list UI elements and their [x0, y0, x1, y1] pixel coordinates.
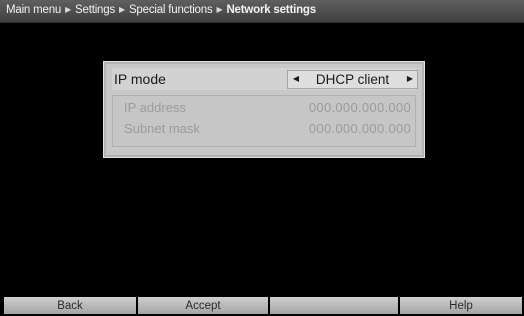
subnet-mask-field: 000.000.000.000 [308, 121, 411, 136]
network-settings-dialog: IP mode ◀ DHCP client ▶ IP address 000.0… [103, 61, 425, 158]
breadcrumb-item-main-menu[interactable]: Main menu [6, 4, 61, 16]
ip-mode-label: IP mode [114, 71, 166, 87]
triangle-right-icon: ▶ [216, 4, 223, 14]
breadcrumb-current-network-settings: Network settings [226, 4, 316, 16]
ip-mode-row[interactable]: IP mode ◀ DHCP client ▶ [112, 68, 418, 90]
subnet-mask-row: Subnet mask 000.000.000.000 [113, 120, 415, 138]
breadcrumb: Main menu ▶ Settings ▶ Special functions… [6, 4, 316, 16]
arrow-left-icon[interactable]: ◀ [290, 74, 302, 83]
title-bar: Main menu ▶ Settings ▶ Special functions… [0, 0, 524, 23]
softkey-bar: Back Accept Help [0, 297, 524, 314]
ip-address-field: 000.000.000.000 [308, 100, 411, 115]
triangle-right-icon: ▶ [119, 4, 125, 14]
accept-button[interactable]: Accept [138, 297, 268, 314]
ip-address-label: IP address [124, 100, 186, 115]
ip-mode-value: DHCP client [315, 72, 390, 87]
tv-screen: Main menu ▶ Settings ▶ Special functions… [0, 0, 524, 314]
breadcrumb-item-settings[interactable]: Settings [75, 4, 115, 16]
ip-mode-selector[interactable]: ◀ DHCP client ▶ [287, 70, 418, 89]
breadcrumb-item-special-functions[interactable]: Special functions [129, 4, 213, 16]
empty-softkey [270, 297, 398, 314]
triangle-right-icon: ▶ [65, 4, 72, 14]
ip-fields-group: IP address 000.000.000.000 Subnet mask 0… [112, 95, 416, 147]
back-button[interactable]: Back [4, 297, 136, 314]
subnet-mask-label: Subnet mask [124, 121, 200, 136]
help-button[interactable]: Help [400, 297, 522, 314]
arrow-right-icon[interactable]: ▶ [404, 74, 416, 83]
ip-address-row: IP address 000.000.000.000 [113, 99, 415, 117]
